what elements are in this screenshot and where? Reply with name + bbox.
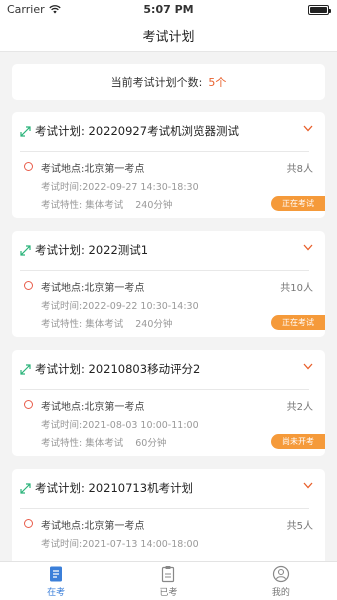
plan-location: 考试地点:北京第一考点 xyxy=(41,521,145,532)
battery-icon xyxy=(308,5,331,15)
chevron-down-icon[interactable] xyxy=(303,482,313,489)
plan-location: 考试地点:北京第一考点 xyxy=(41,164,145,175)
tab-label: 已考 xyxy=(159,587,178,598)
nav-bar: 考试计划 xyxy=(0,20,337,52)
clipboard-icon xyxy=(162,565,175,582)
plan-card[interactable]: 考试计划: 20210713机考计划 考试地点:北京第一考点 共5人 考试时间:… xyxy=(12,469,325,561)
expand-arrows-icon xyxy=(20,363,31,375)
plan-card-header[interactable]: 考试计划: 2022测试1 xyxy=(20,242,315,258)
plan-people-count: 共8人 xyxy=(286,164,313,175)
plan-feature: 考试特性: 集体考试 240分钟 xyxy=(41,316,172,330)
document-list-icon xyxy=(50,566,63,581)
status-dot-icon xyxy=(24,400,33,409)
plan-time: 考试时间:2021-08-03 10:00-11:00 xyxy=(41,420,199,431)
status-dot-icon xyxy=(24,519,33,528)
status-badge[interactable]: 正在考试 xyxy=(271,196,325,211)
expand-arrows-icon xyxy=(20,482,31,494)
plan-feature: 考试特性: 集体考试 60分钟 xyxy=(41,435,166,449)
plan-duration: 240分钟 xyxy=(135,200,173,211)
plan-feature-text: 考试特性: 集体考试 xyxy=(41,438,124,449)
plan-title: 考试计划: 20220927考试机浏览器测试 xyxy=(35,124,240,138)
divider xyxy=(20,508,309,509)
user-icon xyxy=(272,565,289,582)
divider xyxy=(20,151,309,152)
clock: 5:07 PM xyxy=(143,3,194,16)
chevron-down-icon[interactable] xyxy=(303,363,313,370)
status-dot-icon xyxy=(24,281,33,290)
tab-label: 在考 xyxy=(47,587,66,598)
plan-time: 考试时间:2021-07-13 14:00-18:00 xyxy=(41,539,199,550)
tab-finished-exam[interactable]: 已考 xyxy=(112,562,224,600)
plan-title: 考试计划: 2022测试1 xyxy=(35,243,149,257)
plan-card-header[interactable]: 考试计划: 20210713机考计划 xyxy=(20,480,315,496)
tab-in-exam[interactable]: 在考 xyxy=(0,562,112,600)
plan-count-value: 5个 xyxy=(208,76,227,89)
plan-card[interactable]: 考试计划: 20220927考试机浏览器测试 考试地点:北京第一考点 共8人 考… xyxy=(12,112,325,218)
status-badge[interactable]: 尚未开考 xyxy=(271,434,325,449)
plan-location: 考试地点:北京第一考点 xyxy=(41,283,145,294)
status-badge[interactable]: 正在考试 xyxy=(271,315,325,330)
plan-title: 考试计划: 20210803移动评分2 xyxy=(35,362,201,376)
plan-people-count: 共2人 xyxy=(286,402,313,413)
plan-list[interactable]: 当前考试计划个数: 5个 考试计划: 20220927考试机浏览器测试 考试地点… xyxy=(0,52,337,561)
expand-arrows-icon xyxy=(20,244,31,256)
plan-card-header[interactable]: 考试计划: 20220927考试机浏览器测试 xyxy=(20,123,315,139)
plan-time: 考试时间:2022-09-22 10:30-14:30 xyxy=(41,301,199,312)
plan-title: 考试计划: 20210713机考计划 xyxy=(35,481,194,495)
plan-duration: 240分钟 xyxy=(135,319,173,330)
chevron-down-icon[interactable] xyxy=(303,125,313,132)
plan-duration: 60分钟 xyxy=(135,438,167,449)
plan-count-summary: 当前考试计划个数: 5个 xyxy=(12,64,325,100)
expand-arrows-icon xyxy=(20,125,31,137)
tab-mine[interactable]: 我的 xyxy=(225,562,337,600)
plan-feature-text: 考试特性: 集体考试 xyxy=(41,319,124,330)
divider xyxy=(20,389,309,390)
plan-card[interactable]: 考试计划: 20210803移动评分2 考试地点:北京第一考点 共2人 考试时间… xyxy=(12,350,325,456)
status-dot-icon xyxy=(24,162,33,171)
plan-card-header[interactable]: 考试计划: 20210803移动评分2 xyxy=(20,361,315,377)
divider xyxy=(20,270,309,271)
page-title: 考试计划 xyxy=(142,30,195,45)
plan-feature: 考试特性: 集体考试 240分钟 xyxy=(41,197,172,211)
tab-label: 我的 xyxy=(271,587,290,598)
plan-card[interactable]: 考试计划: 2022测试1 考试地点:北京第一考点 共10人 考试时间:2022… xyxy=(12,231,325,337)
status-bar: Carrier 5:07 PM xyxy=(0,0,337,20)
tab-bar: 在考 已考 我的 xyxy=(0,561,337,600)
chevron-down-icon[interactable] xyxy=(303,244,313,251)
plan-people-count: 共5人 xyxy=(286,521,313,532)
plan-time: 考试时间:2022-09-27 14:30-18:30 xyxy=(41,182,199,193)
plan-feature-text: 考试特性: 集体考试 xyxy=(41,200,124,211)
plan-count-label: 当前考试计划个数: xyxy=(110,76,203,89)
plan-location: 考试地点:北京第一考点 xyxy=(41,402,145,413)
plan-people-count: 共10人 xyxy=(280,283,313,294)
